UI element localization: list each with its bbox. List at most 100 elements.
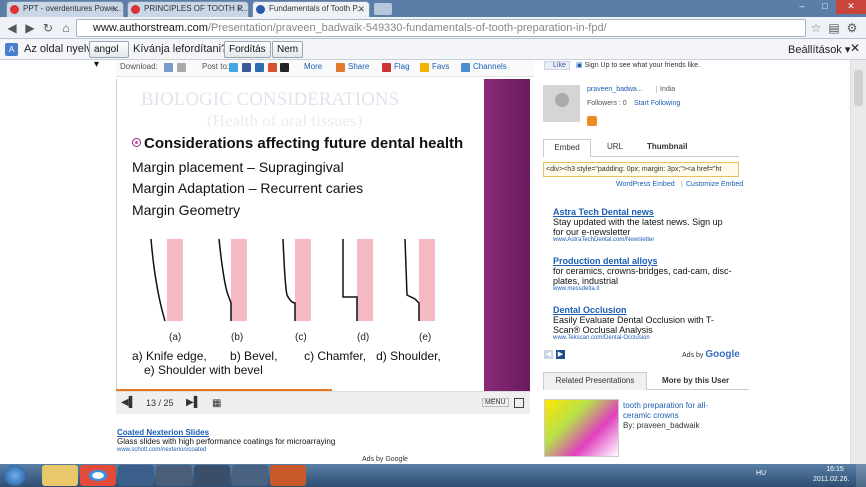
- avatar[interactable]: [543, 85, 580, 122]
- favs-link[interactable]: Favs: [432, 62, 449, 71]
- maximize-button[interactable]: □: [814, 0, 836, 14]
- fb-signup-text: ▣ Sign Up to see what your friends like.: [576, 62, 701, 69]
- wrench-icon[interactable]: ⚙: [844, 20, 860, 36]
- twitter-icon[interactable]: [229, 63, 238, 72]
- scrollbar-thumb[interactable]: [854, 70, 863, 106]
- rss-icon[interactable]: [587, 116, 597, 126]
- tab-fundamentals[interactable]: Fundamentals of Tooth P... ✕: [252, 1, 370, 17]
- ads-next-icon[interactable]: ▶: [556, 350, 565, 359]
- antivirus-icon[interactable]: [194, 465, 230, 486]
- app-icon[interactable]: [232, 465, 268, 486]
- related-thumbnail[interactable]: [544, 399, 619, 457]
- prev-slide-icon[interactable]: ◀▌: [121, 397, 136, 408]
- back-icon[interactable]: ◀: [4, 20, 20, 36]
- ad-title[interactable]: Dental Occlusion: [553, 305, 733, 315]
- close-tab-icon[interactable]: ✕: [236, 2, 244, 16]
- explorer-icon[interactable]: [42, 465, 78, 486]
- language-select[interactable]: angol ▾: [89, 41, 129, 70]
- settings-menu[interactable]: Beállítások ▾: [788, 43, 850, 56]
- sidebar-ad-3: Dental Occlusion Easily Evaluate Dental …: [553, 305, 733, 341]
- powerpoint-icon[interactable]: [270, 465, 306, 486]
- figure-label-a: (a): [169, 332, 182, 343]
- translate-icon: A: [5, 43, 18, 56]
- bottom-ad-title[interactable]: Coated Nexterion Slides: [117, 428, 417, 437]
- favs-icon: [420, 63, 429, 72]
- channels-link[interactable]: Channels: [473, 62, 507, 71]
- related-title-link[interactable]: tooth preparation for all-ceramic crowns: [623, 401, 723, 421]
- slide-player-controls: ◀▌ 13 / 25 ▶▌ ▦ MENU: [116, 391, 530, 414]
- user-name-link[interactable]: praveen_badwa...: [587, 86, 643, 93]
- star-icon[interactable]: ☆: [808, 20, 824, 36]
- ad-title[interactable]: Production dental alloys: [553, 256, 733, 266]
- slide-line-1: Margin placement – Supragingival: [132, 159, 344, 175]
- page-menu-icon[interactable]: ▤: [826, 20, 842, 36]
- tab-thumbnail[interactable]: Thumbnail: [647, 142, 687, 151]
- ads-by-google[interactable]: Ads by Google: [682, 349, 740, 360]
- url-path: /Presentation/praveen_badwaik-549330-fun…: [207, 22, 607, 34]
- menu-button[interactable]: MENU: [482, 398, 509, 407]
- bottom-ads-by-google[interactable]: Ads by Google: [362, 456, 408, 463]
- forward-icon[interactable]: ▶: [22, 20, 38, 36]
- download-ppt-icon[interactable]: [164, 63, 173, 72]
- clock-date[interactable]: 2011.02.26.: [813, 476, 849, 483]
- home-icon[interactable]: ⌂: [58, 20, 74, 36]
- slide-ghost-subtitle: (Health of oral tissues): [207, 111, 363, 130]
- customize-embed-link[interactable]: Customize Embed: [686, 181, 743, 188]
- tab-url[interactable]: URL: [607, 142, 623, 151]
- ad-url[interactable]: www.AstraTechDental.com/Newsletter: [553, 237, 733, 243]
- translate-button[interactable]: Fordítás: [224, 41, 271, 58]
- ads-prev-icon[interactable]: ◀: [544, 350, 553, 359]
- digg-icon[interactable]: [268, 63, 277, 72]
- ad-url[interactable]: www.messdelta.it: [553, 286, 733, 292]
- more-link[interactable]: More: [304, 62, 322, 71]
- wordpress-embed-link[interactable]: WordPress Embed: [616, 181, 675, 188]
- address-toolbar: ◀ ▶ ↻ ⌂ www.authorstream.com/Presentatio…: [0, 17, 866, 39]
- wordpress-icon[interactable]: [255, 63, 264, 72]
- grid-view-icon[interactable]: ▦: [212, 398, 221, 409]
- close-window-button[interactable]: ✕: [836, 0, 866, 14]
- facebook-icon[interactable]: [242, 63, 251, 72]
- ad-url[interactable]: www.Tekscan.com/Dental-Occlusion: [553, 335, 733, 341]
- tab-principles[interactable]: PRINCIPLES OF TOOTH P... ✕: [127, 1, 249, 17]
- close-tab-icon[interactable]: ✕: [111, 2, 119, 16]
- tooth-a: [150, 238, 183, 322]
- media-icon[interactable]: [118, 465, 154, 486]
- sidebar-ad-2: Production dental alloys for ceramics, c…: [553, 256, 733, 292]
- reload-icon[interactable]: ↻: [40, 20, 56, 36]
- bottom-ad-url[interactable]: www.schott.com/nexterion/coated: [117, 447, 417, 453]
- download-options-icon[interactable]: [177, 63, 186, 72]
- favicon-icon: [256, 5, 265, 14]
- tooth-e: [404, 238, 435, 321]
- tab-overdentures[interactable]: PPT - overdentures Powe... ✕: [6, 1, 124, 17]
- tab-more-by-user[interactable]: More by this User: [662, 376, 729, 385]
- ad-title[interactable]: Astra Tech Dental news: [553, 207, 733, 217]
- clock-time[interactable]: 16:15: [820, 466, 850, 473]
- flag-link[interactable]: Flag: [394, 62, 410, 71]
- embed-code-field[interactable]: <div><h3 style="padding: 0px; margin: 3p…: [543, 162, 739, 177]
- tooth-b: [218, 238, 247, 321]
- fb-like-button[interactable]: Like: [544, 61, 570, 70]
- fullscreen-icon[interactable]: [514, 398, 524, 408]
- start-button[interactable]: [4, 465, 26, 486]
- new-tab-button[interactable]: [374, 3, 392, 15]
- minimize-button[interactable]: –: [790, 0, 814, 14]
- close-tab-icon[interactable]: ✕: [357, 2, 365, 16]
- share-link[interactable]: Share: [348, 62, 369, 71]
- show-desktop-button[interactable]: [856, 464, 866, 487]
- next-slide-icon[interactable]: ▶▌: [186, 397, 201, 408]
- start-following-link[interactable]: Start Following: [634, 100, 680, 107]
- language-indicator[interactable]: HU: [756, 470, 766, 477]
- chrome-icon[interactable]: [80, 465, 116, 486]
- ad-body: for ceramics, crowns-bridges, cad-cam, d…: [553, 266, 732, 286]
- page-scrollbar[interactable]: [850, 60, 866, 464]
- delicious-icon[interactable]: [280, 63, 289, 72]
- url-input[interactable]: www.authorstream.com/Presentation/pravee…: [76, 19, 806, 37]
- tab-label: Fundamentals of Tooth P...: [269, 4, 364, 13]
- tab-embed[interactable]: Embed: [543, 139, 591, 157]
- windows-icon[interactable]: [156, 465, 192, 486]
- related-tabs: Related Presentations More by this User: [543, 372, 749, 390]
- tab-related-presentations[interactable]: Related Presentations: [543, 372, 647, 390]
- no-translate-button[interactable]: Nem: [272, 41, 304, 58]
- close-infobar-icon[interactable]: ✕: [850, 41, 860, 55]
- ad-body: Stay updated with the latest news. Sign …: [553, 217, 723, 237]
